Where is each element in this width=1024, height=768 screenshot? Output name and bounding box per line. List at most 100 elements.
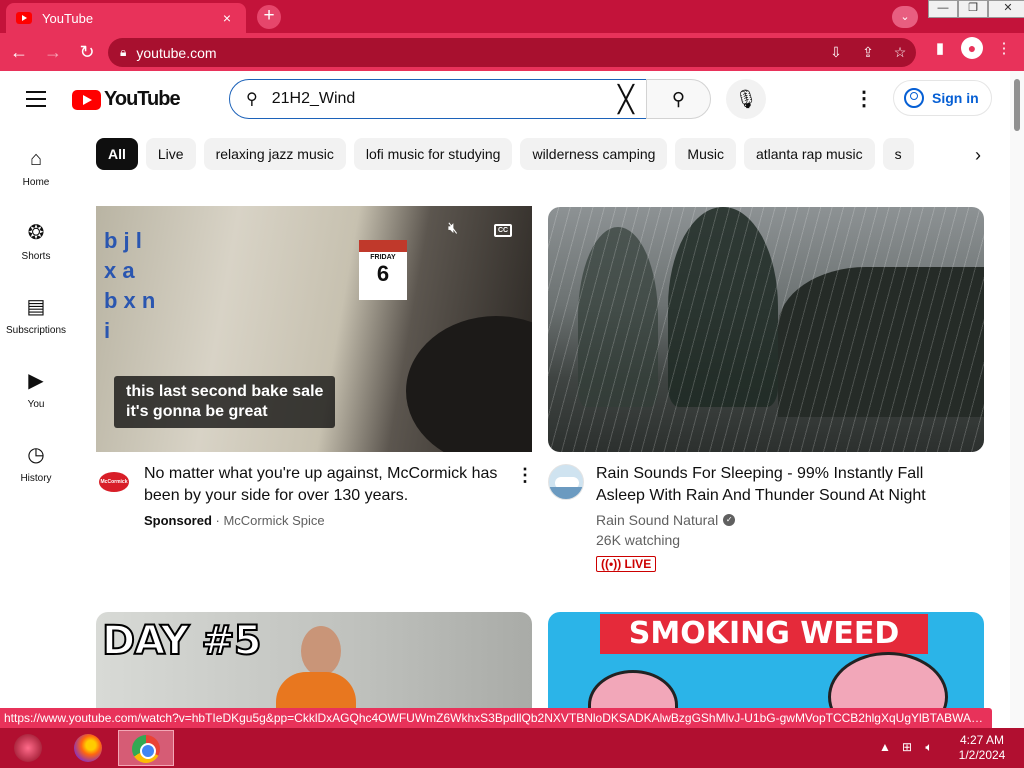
forward-arrow-icon[interactable]: → (38, 37, 68, 67)
share-icon[interactable]: ⇪ (852, 44, 884, 61)
chip-wilderness-camping[interactable]: wilderness camping (520, 138, 668, 170)
chip-relaxing-jazz-music[interactable]: relaxing jazz music (203, 138, 346, 170)
microphone-icon: 🎙︎ (734, 89, 758, 109)
home-icon: ⌂ (29, 148, 43, 170)
chip-all[interactable]: All (96, 138, 138, 170)
channel-name[interactable]: McCormick Spice (223, 513, 324, 528)
sponsored-label: Sponsored (144, 513, 212, 528)
separator-dot: · (211, 513, 224, 528)
minimize-button[interactable]: — (928, 0, 958, 18)
youtube-favicon-icon (16, 12, 32, 24)
settings-more-icon[interactable]: ⋮ (852, 85, 876, 113)
caption-line: this last second bake sale (126, 383, 324, 400)
chip-lofi-music-for-studying[interactable]: lofi music for studying (353, 138, 513, 170)
filter-chips-bar: All Live relaxing jazz music lofi music for… (96, 138, 956, 172)
you-library-icon: ▶ (28, 370, 44, 392)
taskbar-chrome[interactable] (118, 730, 174, 766)
lock-icon[interactable]: 🔒︎ (120, 45, 126, 60)
new-tab-button[interactable]: + (257, 5, 281, 29)
tab-close-icon[interactable]: × (218, 10, 236, 26)
tab-title: YouTube (42, 10, 94, 26)
browser-tab-youtube[interactable]: YouTube × (6, 3, 246, 33)
search-input[interactable] (271, 90, 606, 108)
search-button[interactable]: ⚲ (646, 79, 711, 119)
taskbar-clock[interactable]: 4:27 AM 1/2/2024 (952, 733, 1012, 763)
video-thumbnail-smoking-weed[interactable]: SMOKING WEED (548, 612, 984, 722)
sidebar-item-shorts[interactable]: ❂ Shorts (0, 201, 72, 275)
shorts-icon: ❂ (27, 222, 45, 244)
start-button[interactable] (0, 730, 56, 766)
side-panel-icon[interactable]: ▮ (924, 39, 956, 57)
sponsored-line: Sponsored · McCormick Spice (144, 513, 325, 528)
channel-avatar-mccormick[interactable]: McCormick (96, 464, 132, 500)
bookmark-star-icon[interactable]: ☆ (884, 44, 916, 61)
maximize-button[interactable]: ❐ (958, 0, 988, 18)
firefox-icon (74, 734, 102, 762)
sidebar-item-subscriptions[interactable]: ▤ Subscriptions (0, 275, 72, 349)
chip-music[interactable]: Music (675, 138, 736, 170)
channel-avatar-rain-sound-natural[interactable] (548, 464, 584, 500)
install-app-icon[interactable]: ⇩ (820, 44, 852, 61)
sidebar-item-you[interactable]: ▶ You (0, 349, 72, 423)
mccormick-logo: McCormick (99, 472, 129, 492)
chevron-right-icon[interactable]: › (966, 143, 990, 167)
mute-icon[interactable]: 🔇︎ (448, 220, 458, 238)
youtube-wordmark: YouTube (104, 88, 181, 110)
address-url[interactable]: youtube.com (136, 45, 820, 61)
back-arrow-icon[interactable]: ← (4, 37, 34, 67)
tray-expand-icon[interactable]: ▲ (874, 740, 896, 755)
live-badge: ((•)) LIVE (596, 556, 657, 572)
sidebar-item-home[interactable]: ⌂ Home (0, 127, 72, 201)
clear-search-icon[interactable]: ╳ (606, 86, 646, 112)
video-thumbnail-rain[interactable] (548, 207, 984, 452)
history-icon: ◷ (27, 444, 45, 466)
more-options-icon[interactable]: ⋮ (516, 466, 534, 484)
calendar-graphic: FRIDAY 6 (359, 240, 407, 300)
viewer-count: 26K watching (596, 532, 681, 548)
search-box[interactable]: ⚲ ╳ (229, 79, 647, 119)
network-icon[interactable]: ⊞ (896, 740, 918, 755)
sign-in-button[interactable]: Sign in (893, 80, 992, 116)
sidebar-item-label: You (27, 399, 45, 410)
video-thumbnail-day5[interactable]: DAY #5 (96, 612, 532, 722)
video-thumbnail-ad[interactable]: b j l x a b x n i FRIDAY 6 🔇︎ CC this la… (96, 206, 532, 452)
taskbar-firefox[interactable] (60, 730, 116, 766)
calendar-number: 6 (376, 261, 390, 286)
link-status-url: https://www.youtube.com/watch?v=hbTIeDKg… (0, 708, 992, 728)
thumbnail-text: DAY #5 (101, 617, 263, 665)
browser-tab-strip: YouTube × + ⌄ — ❐ ✕ (0, 0, 1024, 33)
rain-overlay (548, 207, 984, 452)
close-window-button[interactable]: ✕ (988, 0, 1024, 18)
sidebar-item-label: Shorts (21, 251, 51, 262)
tab-search-button[interactable]: ⌄ (892, 6, 918, 28)
address-bar[interactable]: 🔒︎ youtube.com ⇩ ⇪ ☆ (108, 38, 916, 67)
search-icon: ⚲ (671, 89, 686, 109)
browser-menu-icon[interactable]: ⋮ (988, 39, 1020, 57)
page-scrollbar[interactable] (1010, 71, 1024, 728)
scrollbar-thumb[interactable] (1014, 79, 1020, 131)
video-title[interactable]: Rain Sounds For Sleeping - 99% Instantly… (596, 463, 966, 507)
chip-partial[interactable]: s (882, 138, 914, 170)
video-caption: this last second bake sale it's gonna be… (114, 376, 336, 428)
hamburger-menu-icon[interactable] (26, 91, 46, 107)
window-controls: — ❐ ✕ (928, 0, 1024, 18)
youtube-logo[interactable]: YouTube (72, 88, 181, 111)
sign-in-label: Sign in (932, 90, 979, 106)
chip-live[interactable]: Live (145, 138, 196, 170)
volume-muted-icon[interactable]: 🔈︎ (918, 740, 940, 755)
chip-atlanta-rap-music[interactable]: atlanta rap music (743, 138, 875, 170)
channel-name[interactable]: Rain Sound Natural (596, 512, 718, 528)
search-icon: ⚲ (246, 91, 258, 108)
channel-line: Rain Sound Natural ✓ (596, 512, 736, 528)
closed-captions-icon[interactable]: CC (494, 224, 512, 237)
caption-line: it's gonna be great (126, 403, 268, 420)
sidebar-item-history[interactable]: ◷ History (0, 423, 72, 497)
voice-search-button[interactable]: 🎙︎ (726, 79, 766, 119)
subscriptions-icon: ▤ (26, 296, 46, 318)
verified-check-icon: ✓ (723, 514, 736, 526)
browser-toolbar: ← → ↻ 🔒︎ youtube.com ⇩ ⇪ ☆ ▮ ● ⋮ (0, 33, 1024, 71)
avatar-base (549, 487, 583, 499)
reload-icon[interactable]: ↻ (72, 37, 102, 67)
video-title[interactable]: No matter what you're up against, McCorm… (144, 463, 504, 507)
profile-avatar-icon[interactable]: ● (961, 37, 983, 59)
